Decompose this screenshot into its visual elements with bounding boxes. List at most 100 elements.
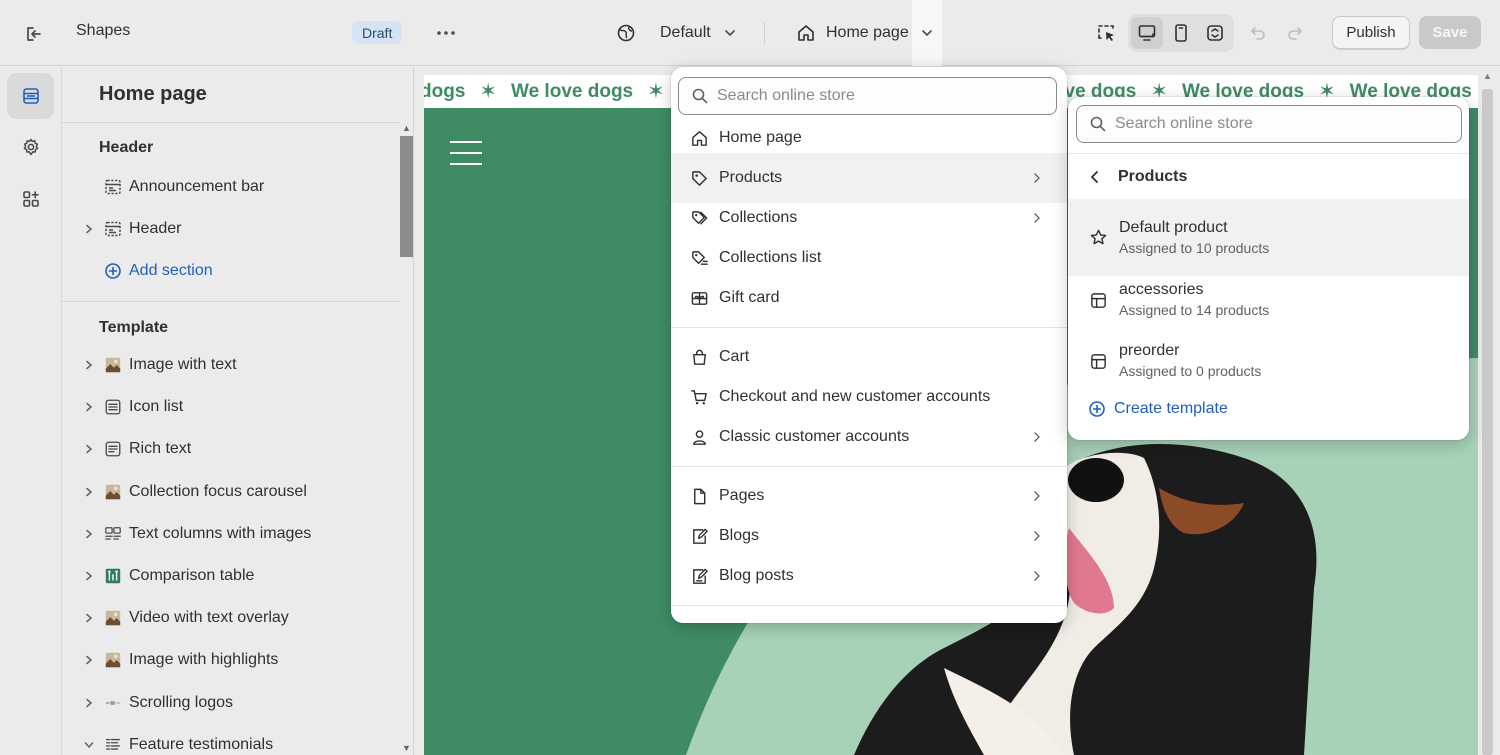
menu-item-cart[interactable]: Cart	[671, 337, 1067, 377]
scroll-down-arrow[interactable]: ▼	[402, 743, 411, 753]
sidebar-item-header[interactable]: Header	[78, 211, 398, 247]
chevron-right-icon[interactable]	[78, 474, 100, 510]
marquee-text: We love dogs	[511, 80, 634, 102]
search-input[interactable]	[1115, 115, 1415, 133]
template-group-heading: Template	[99, 319, 169, 336]
chevron-right-icon[interactable]	[78, 347, 100, 383]
menu-divider	[671, 466, 1067, 467]
mobile-view-button[interactable]	[1165, 17, 1197, 49]
menu-item-products[interactable]: Products	[671, 153, 1067, 203]
home-icon	[689, 128, 709, 148]
theme-settings-tab[interactable]	[7, 124, 54, 170]
theme-selector[interactable]: Default	[616, 18, 737, 48]
image-thumb-icon	[102, 354, 124, 376]
sidebar-item-label: Icon list	[129, 398, 184, 416]
exit-button[interactable]	[18, 18, 50, 50]
plus-circle-icon	[102, 260, 124, 282]
menu-item-blog-posts[interactable]: Blog posts	[671, 556, 1067, 596]
chevron-right-icon	[1027, 430, 1047, 444]
menu-divider	[671, 327, 1067, 328]
template-assigned-count: Assigned to 14 products	[1119, 302, 1270, 318]
chevron-right-icon[interactable]	[78, 516, 100, 552]
template-item-accessories[interactable]: accessories Assigned to 14 products	[1068, 270, 1469, 330]
desktop-icon	[1138, 25, 1156, 41]
create-template-button[interactable]: Create template	[1088, 400, 1228, 418]
back-button[interactable]	[1085, 170, 1105, 184]
chevron-right-icon	[1027, 529, 1047, 543]
publish-button[interactable]: Publish	[1332, 16, 1410, 49]
page-selector[interactable]: Home page	[796, 18, 909, 48]
inspector-button[interactable]	[1092, 18, 1120, 48]
menu-item-pages[interactable]: Pages	[671, 476, 1067, 516]
scrollbar-thumb[interactable]	[1482, 89, 1493, 755]
chevron-down-icon[interactable]	[78, 727, 100, 755]
logos-icon	[102, 692, 124, 714]
bag-icon	[689, 347, 709, 367]
image-thumb-icon	[102, 481, 124, 503]
more-actions-button[interactable]	[430, 18, 462, 48]
page-search-field[interactable]	[678, 77, 1057, 115]
sidebar-item-label: Collection focus carousel	[129, 482, 307, 500]
sidebar-item-text-columns-with-images[interactable]: Text columns with images	[78, 516, 398, 552]
redo-button[interactable]	[1282, 20, 1308, 46]
products-search-field[interactable]	[1076, 105, 1462, 143]
menu-item-classic-customer-accounts[interactable]: Classic customer accounts	[671, 417, 1067, 457]
chevron-right-icon[interactable]	[78, 558, 100, 594]
menu-item-collections[interactable]: Collections	[671, 198, 1067, 238]
template-item-default-product[interactable]: Default product Assigned to 10 products	[1068, 199, 1469, 276]
sidebar-item-announcement-bar[interactable]: Announcement bar	[78, 169, 398, 205]
sidebar-title: Home page	[99, 83, 207, 105]
header-group-heading: Header	[99, 139, 154, 156]
sidebar-item-collection-focus-carousel[interactable]: Collection focus carousel	[78, 474, 398, 510]
sidebar-item-image-with-highlights[interactable]: Image with highlights	[78, 642, 398, 678]
menu-item-home-page[interactable]: Home page	[671, 118, 1067, 158]
person-icon	[689, 427, 709, 447]
fullscreen-view-button[interactable]	[1199, 17, 1231, 49]
sidebar-item-feature-testimonials[interactable]: Feature testimonials	[78, 727, 398, 755]
sidebar-item-icon-list[interactable]: Icon list	[78, 389, 398, 425]
chevron-right-icon	[1027, 569, 1047, 583]
tags-icon	[689, 208, 709, 228]
template-name: Default product	[1119, 218, 1228, 236]
chevron-right-icon[interactable]	[78, 211, 100, 247]
store-name: Shapes	[76, 22, 131, 39]
star-icon: ✶	[479, 80, 497, 103]
sidebar-item-label: Video with text overlay	[129, 609, 289, 627]
save-button[interactable]: Save	[1419, 16, 1481, 49]
menu-item-label: Classic customer accounts	[719, 428, 910, 445]
chevron-right-icon[interactable]	[78, 431, 100, 467]
template-item-preorder[interactable]: preorder Assigned to 0 products	[1068, 331, 1469, 391]
add-section-label: Add section	[129, 262, 213, 279]
menu-item-label: Products	[719, 169, 783, 186]
page-selector-toggle[interactable]	[912, 0, 942, 66]
menu-item-collections-list[interactable]: Collections list	[671, 238, 1067, 278]
apps-tab[interactable]	[7, 176, 54, 222]
page-menu-dropdown: Home page Products Collections Collections …	[671, 67, 1067, 623]
sections-tab[interactable]	[7, 73, 54, 119]
scroll-up-arrow[interactable]: ▲	[1483, 71, 1492, 81]
scrollbar-thumb[interactable]	[400, 136, 413, 257]
sidebar-item-scrolling-logos[interactable]: Scrolling logos	[78, 685, 398, 721]
scroll-up-arrow[interactable]: ▲	[402, 123, 411, 133]
search-input[interactable]	[717, 87, 1017, 105]
chevron-right-icon[interactable]	[78, 642, 100, 678]
cart-icon	[689, 387, 709, 407]
chevron-right-icon[interactable]	[78, 600, 100, 636]
preview-scrollbar[interactable]: ▲	[1478, 67, 1500, 755]
status-badge: Draft	[352, 21, 403, 44]
chevron-right-icon[interactable]	[78, 685, 100, 721]
chevron-right-icon[interactable]	[78, 389, 100, 425]
undo-button[interactable]	[1245, 20, 1271, 46]
add-section-button[interactable]: Add section	[78, 253, 398, 289]
menu-item-label: Blog posts	[719, 567, 794, 584]
menu-item-checkout-and-new-customer-accounts[interactable]: Checkout and new customer accounts	[671, 377, 1067, 417]
menu-item-gift-card[interactable]: Gift card	[671, 278, 1067, 318]
sidebar-item-video-with-text-overlay[interactable]: Video with text overlay	[78, 600, 398, 636]
sidebar-scrollbar[interactable]: ▲ ▼	[400, 123, 413, 755]
menu-item-blogs[interactable]: Blogs	[671, 516, 1067, 556]
sidebar-item-comparison-table[interactable]: Comparison table	[78, 558, 398, 594]
sidebar-item-image-with-text[interactable]: Image with text	[78, 347, 398, 383]
sidebar-item-rich-text[interactable]: Rich text	[78, 431, 398, 467]
desktop-view-button[interactable]	[1131, 17, 1163, 49]
menu-item-label: Pages	[719, 487, 765, 504]
